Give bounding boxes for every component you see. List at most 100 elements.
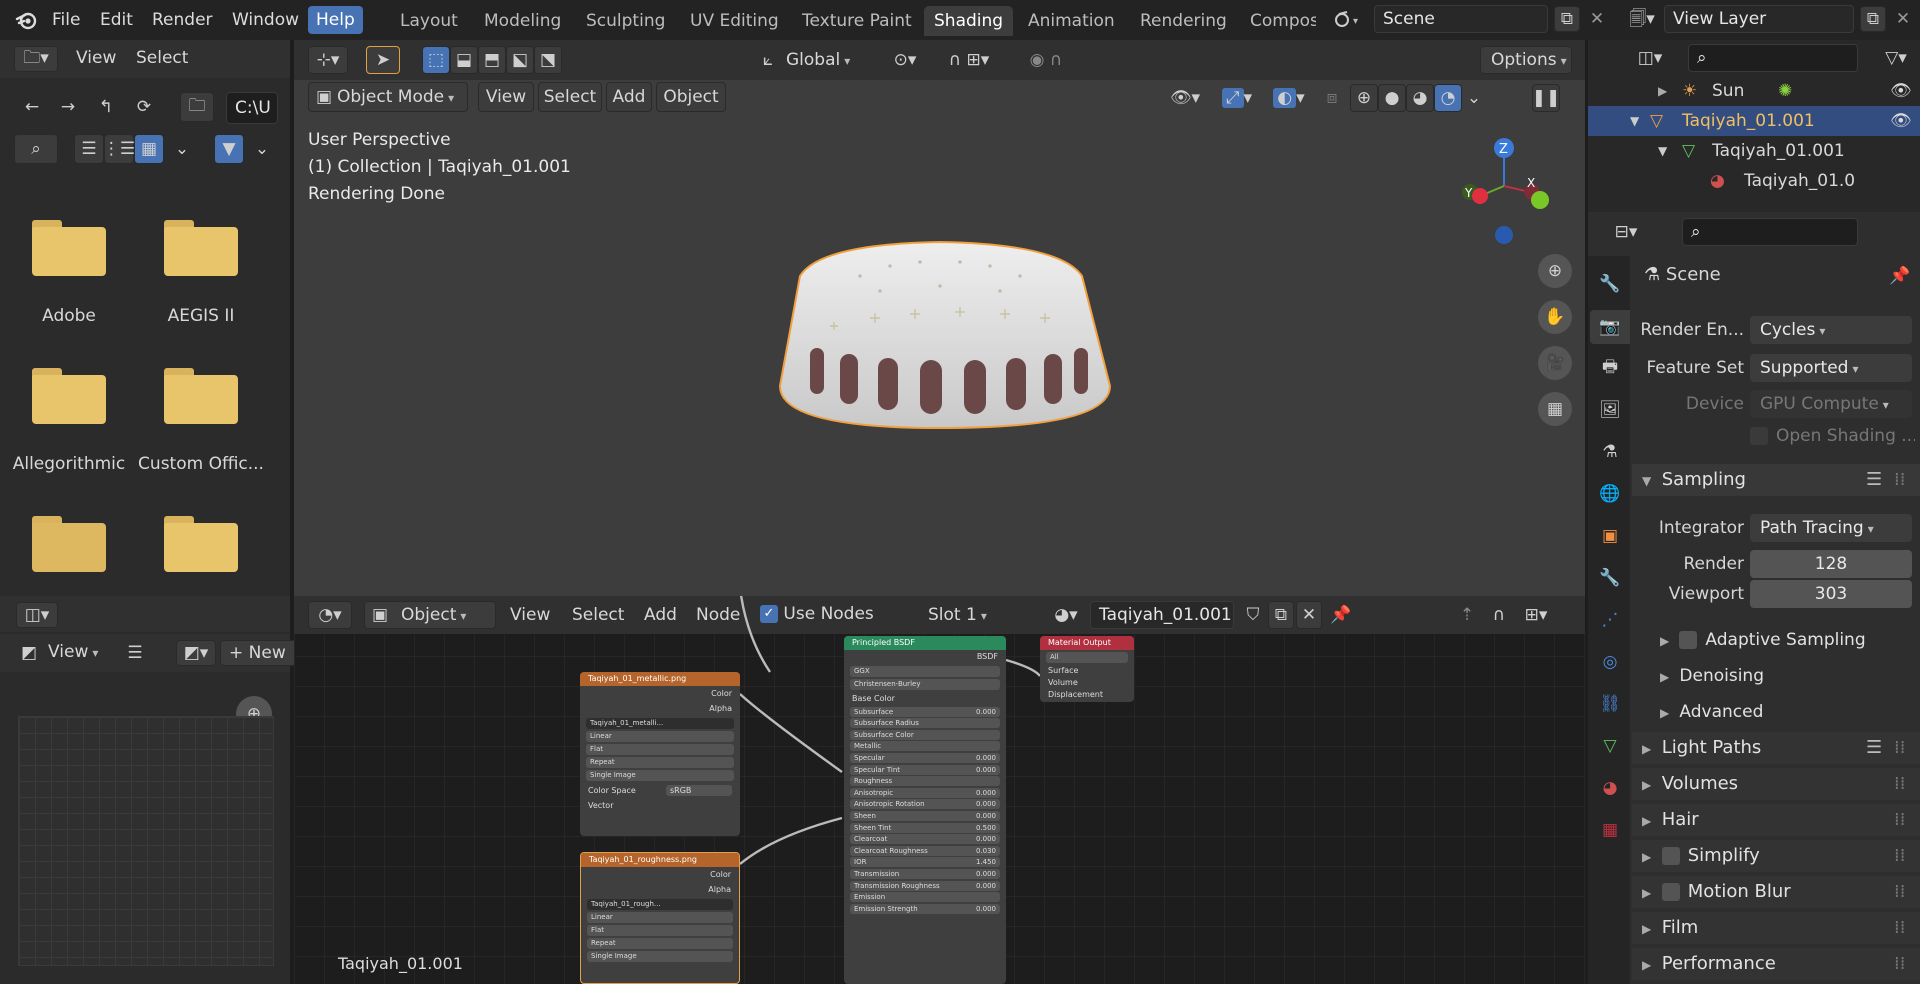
drag-handle-icon[interactable]: ⁞⁞ — [1894, 948, 1905, 980]
bsdf-input-row[interactable]: Specular 0.000 — [850, 752, 1000, 763]
browse-image-icon[interactable]: ◩▾ — [176, 640, 216, 666]
remove-view-layer-icon[interactable]: ✕ — [1892, 6, 1914, 32]
viewport-view-menu[interactable]: View — [478, 82, 534, 112]
hamburger-menu-icon[interactable]: ☰ — [122, 640, 148, 666]
select-mode-subtract-icon[interactable]: ⬒ — [478, 46, 506, 74]
parent-dir-icon[interactable]: ↰ — [92, 92, 120, 122]
menu-render[interactable]: Render — [144, 6, 221, 34]
folder-icon[interactable] — [32, 368, 106, 424]
filter-icon[interactable]: ▽▾ — [1878, 44, 1914, 72]
drag-handle-icon[interactable]: ⁞⁞ — [1894, 840, 1905, 872]
folder-label-aegis[interactable]: AEGIS II — [136, 306, 266, 326]
viewport-add-menu[interactable]: Add — [606, 82, 652, 112]
outliner-row-taqiyah-mesh[interactable]: ▼ ▽ Taqiyah_01.001 — [1588, 136, 1920, 166]
scene-tab-icon[interactable]: ⚗ — [1596, 438, 1624, 466]
path-field[interactable]: C:\U — [226, 92, 278, 124]
view-layer-tab-icon[interactable]: 🖼 — [1596, 396, 1624, 424]
device-dropdown[interactable]: GPU Compute — [1750, 390, 1912, 418]
display-size-chevron-icon[interactable]: ⌄ — [170, 134, 194, 164]
scene-name-field[interactable]: Scene — [1374, 5, 1548, 33]
menu-window[interactable]: Window — [224, 6, 307, 34]
folder-icon[interactable] — [164, 220, 238, 276]
blender-logo-icon[interactable] — [14, 8, 38, 32]
menu-help[interactable]: Help — [308, 6, 363, 34]
bsdf-input-row[interactable]: Sheen 0.000 — [850, 810, 1000, 821]
folder-label-adobe[interactable]: Adobe — [4, 306, 134, 326]
collapse-arrow-icon[interactable]: ▼ — [1630, 106, 1639, 136]
select-mode-intersect-icon[interactable]: ⬔ — [534, 46, 562, 74]
section-adaptive-sampling[interactable]: ▶ Adaptive Sampling — [1632, 624, 1920, 656]
zoom-icon[interactable]: ⊕ — [1538, 254, 1572, 288]
select-mode-extend-icon[interactable]: ⬓ — [450, 46, 478, 74]
image-mode-icon[interactable]: ◩ — [16, 640, 42, 666]
presets-list-icon[interactable]: ☰ — [1866, 732, 1882, 764]
forward-arrow-icon[interactable]: → — [54, 92, 82, 122]
eye-visible-icon[interactable]: 👁 — [1890, 76, 1912, 106]
view-layer-field[interactable]: View Layer — [1664, 5, 1854, 33]
modifier-tab-icon[interactable]: 🔧 — [1596, 564, 1624, 592]
checkbox-icon[interactable] — [1661, 883, 1680, 901]
pan-hand-icon[interactable]: ✋ — [1538, 300, 1572, 334]
bsdf-input-row[interactable]: Roughness — [850, 776, 1000, 787]
fb-view-menu[interactable]: View — [76, 48, 116, 68]
remove-scene-icon[interactable]: ✕ — [1586, 6, 1608, 32]
xray-icon[interactable]: ⧈ — [1320, 84, 1344, 112]
section-performance[interactable]: ▶ Performance ⁞⁞ — [1632, 948, 1920, 980]
tab-compositing[interactable]: Compos — [1240, 6, 1316, 36]
render-samples-field[interactable]: 128 — [1750, 550, 1912, 578]
new-scene-icon[interactable]: ⧉ — [1554, 6, 1580, 32]
drag-handle-icon[interactable]: ⁞⁞ — [1894, 464, 1905, 496]
search-icon[interactable]: ⌕ — [14, 134, 58, 164]
menu-edit[interactable]: Edit — [92, 6, 141, 34]
node-interpolation[interactable]: Linear — [587, 912, 733, 923]
node-image-field[interactable]: Taqiyah_01_rough... — [587, 899, 733, 910]
drag-handle-icon[interactable]: ⁞⁞ — [1894, 912, 1905, 944]
select-mode-invert-icon[interactable]: ⬕ — [506, 46, 534, 74]
presets-list-icon[interactable]: ☰ — [1866, 464, 1882, 496]
bsdf-input-row[interactable]: Clearcoat Roughness 0.030 — [850, 845, 1000, 856]
bsdf-input-row[interactable]: Anisotropic 0.000 — [850, 787, 1000, 798]
bsdf-input-row[interactable]: Emission — [850, 892, 1000, 903]
view-layer-selector-icon[interactable]: 🗐▾ — [1624, 8, 1660, 32]
shading-options-chevron-icon[interactable]: ⌄ — [1464, 84, 1484, 112]
material-shading-icon[interactable]: ◕ — [1406, 84, 1434, 112]
image-texture-node-metallic[interactable]: Taqiyah_01_metallic.png Color Alpha Taqi… — [580, 672, 740, 836]
new-folder-icon[interactable]: 🗀 — [180, 92, 214, 122]
image-texture-node-roughness[interactable]: Taqiyah_01_roughness.png Color Alpha Taq… — [580, 852, 740, 984]
outliner-row-sun[interactable]: ▶ ☀ Sun ✺ 👁 — [1588, 76, 1920, 106]
physics-tab-icon[interactable]: ◎ — [1596, 648, 1624, 676]
editor-type-icon[interactable]: 🗀▾ — [14, 46, 58, 72]
overlays-icon[interactable]: ◐ ▾ — [1266, 84, 1312, 112]
new-view-layer-icon[interactable]: ⧉ — [1860, 6, 1886, 32]
viewport-object-menu[interactable]: Object — [656, 82, 726, 112]
checkbox-icon[interactable] — [1661, 847, 1680, 865]
particles-tab-icon[interactable]: ⋰ — [1596, 606, 1624, 634]
bsdf-input-row[interactable]: Subsurface Color — [850, 729, 1000, 740]
vertical-list-icon[interactable]: ☰ — [74, 134, 104, 164]
principled-bsdf-node[interactable]: Principled BSDF BSDF GGX Christensen-Bur… — [844, 636, 1006, 984]
open-shading-checkbox[interactable]: Open Shading ... — [1750, 426, 1915, 446]
editor-type-icon[interactable]: ⊹▾ — [308, 46, 348, 74]
display-mode-icon[interactable]: ◫▾ — [1628, 44, 1672, 72]
select-mode-new-icon[interactable]: ⬚ — [422, 46, 450, 74]
render-tab-icon[interactable]: 📷 — [1590, 310, 1630, 344]
checkbox-icon[interactable] — [1679, 631, 1698, 649]
properties-search-input[interactable]: ⌕ — [1682, 218, 1858, 246]
scene-selector-icon[interactable]: ▾ — [1330, 8, 1366, 32]
navigation-gizmo[interactable]: Z Y X — [1454, 130, 1554, 250]
bsdf-input-row[interactable]: Anisotropic Rotation 0.000 — [850, 799, 1000, 810]
thumbnails-icon[interactable]: ▦ — [134, 134, 164, 164]
node-interpolation[interactable]: Linear — [586, 731, 734, 742]
tab-shading[interactable]: Shading — [924, 6, 1014, 36]
viewport-select-menu[interactable]: Select — [538, 82, 602, 112]
camera-view-icon[interactable]: 🎥 — [1538, 346, 1572, 380]
tab-animation[interactable]: Animation — [1018, 6, 1125, 36]
pivot-point-icon[interactable]: ⊙▾ — [884, 46, 926, 74]
section-simplify[interactable]: ▶ Simplify ⁞⁞ — [1632, 840, 1920, 872]
section-sampling[interactable]: ▼ Sampling ☰ ⁞⁞ — [1632, 464, 1920, 496]
transform-orientation-dropdown[interactable]: Global — [786, 50, 850, 70]
node-color-space[interactable]: Color Space sRGB — [580, 783, 740, 798]
bsdf-input-row[interactable]: Clearcoat 0.000 — [850, 834, 1000, 845]
world-tab-icon[interactable]: 🌐 — [1596, 480, 1624, 508]
gizmo-toggle-icon[interactable]: ⤢ ▾ — [1214, 84, 1260, 112]
